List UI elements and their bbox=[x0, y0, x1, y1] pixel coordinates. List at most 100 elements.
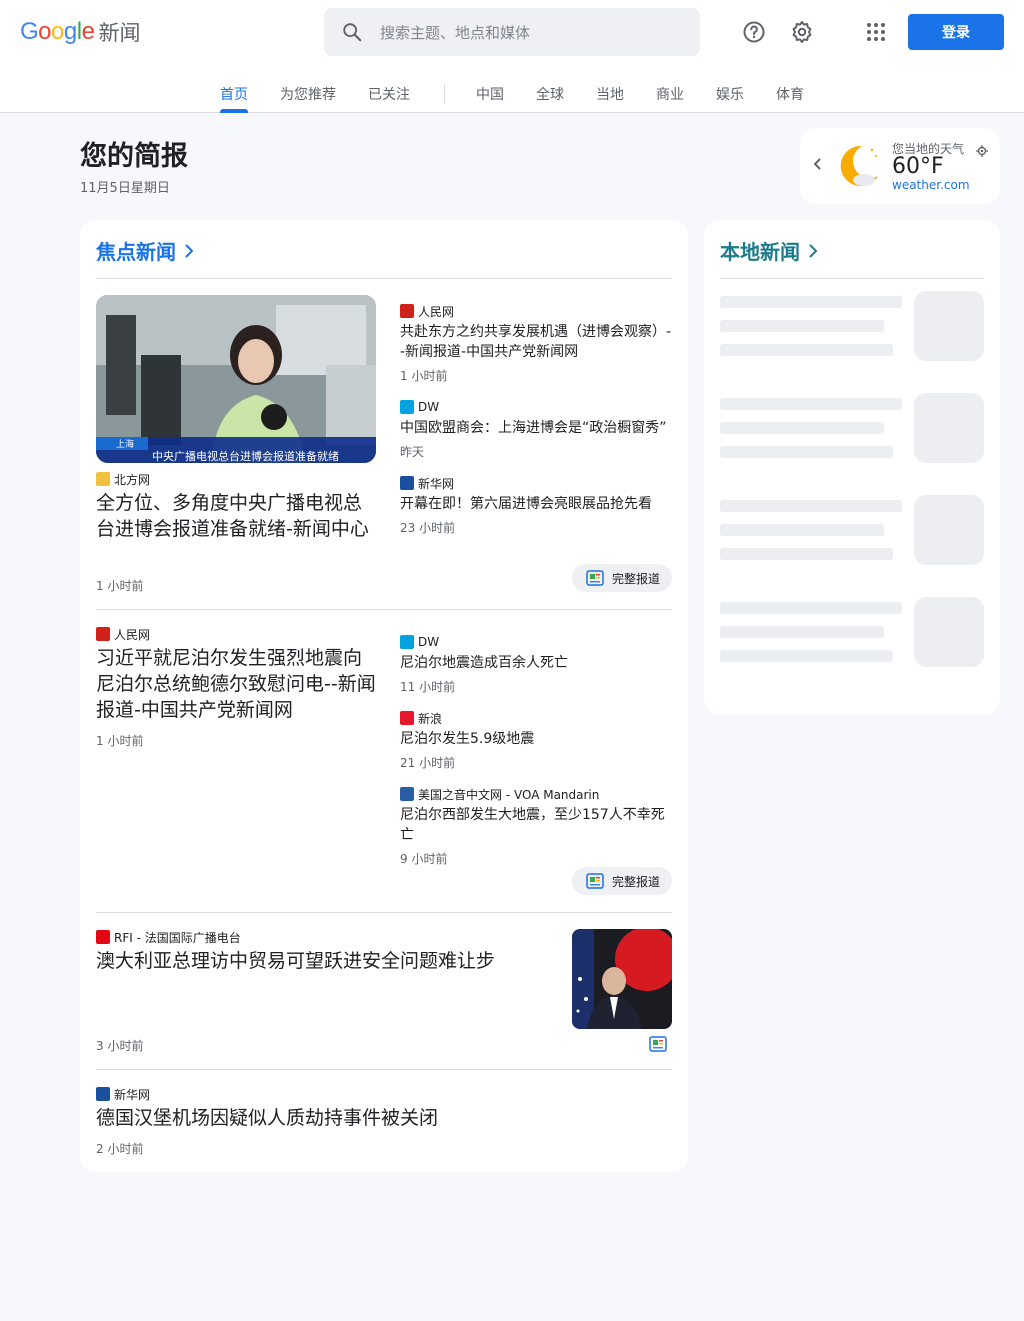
story-image[interactable]: 上海 中央广播电视总台进博会报道准备就绪 bbox=[96, 295, 376, 463]
story-source[interactable]: 新华网 bbox=[96, 1086, 150, 1102]
divider bbox=[96, 912, 672, 913]
top-stories-heading[interactable]: 焦点新闻 bbox=[96, 236, 194, 265]
tab-divider bbox=[444, 84, 445, 104]
tab-for-you[interactable]: 为您推荐 bbox=[280, 84, 336, 113]
tab-home[interactable]: 首页 bbox=[220, 84, 248, 113]
settings-gear-icon[interactable] bbox=[786, 16, 818, 48]
related-time: 11 小时前 bbox=[400, 680, 456, 694]
related-headline[interactable]: 尼泊尔地震造成百余人死亡 bbox=[400, 653, 672, 673]
related-headline[interactable]: 中国欧盟商会：上海进博会是“政治橱窗秀” bbox=[400, 418, 672, 438]
weather-source-link[interactable]: weather.com bbox=[892, 178, 970, 192]
related-headline[interactable]: 尼泊尔西部发生大地震，至少157人不幸死亡 bbox=[400, 805, 672, 845]
logo-wordmark: Google bbox=[20, 18, 95, 45]
source-name: 新浪 bbox=[418, 711, 443, 726]
tab-local[interactable]: 当地 bbox=[596, 84, 624, 113]
story-thumbnail[interactable] bbox=[572, 929, 672, 1029]
related-headline[interactable]: 共赴东方之约共享发展机遇（进博会观察）--新闻报道-中国共产党新闻网 bbox=[400, 322, 672, 362]
image-location-tag: 上海 bbox=[116, 440, 135, 450]
weather-temperature: 60°F bbox=[892, 154, 944, 179]
source-logo-icon bbox=[96, 930, 110, 944]
local-news-heading-label: 本地新闻 bbox=[720, 240, 800, 264]
full-coverage-label: 完整报道 bbox=[612, 874, 661, 889]
apps-grid-icon[interactable] bbox=[860, 16, 892, 48]
full-coverage-icon bbox=[586, 873, 604, 889]
full-coverage-button[interactable]: 完整报道 bbox=[572, 564, 672, 592]
briefing-date: 11月5日星期日 bbox=[80, 181, 170, 196]
divider bbox=[96, 609, 672, 610]
location-pin-icon[interactable] bbox=[976, 142, 988, 161]
source-name: 新华网 bbox=[114, 1087, 151, 1102]
source-name: 北方网 bbox=[114, 472, 151, 487]
source-name: 美国之音中文网 - VOA Mandarin bbox=[418, 787, 600, 802]
search-box[interactable]: 搜索主题、地点和媒体 bbox=[324, 8, 700, 56]
tab-china[interactable]: 中国 bbox=[476, 84, 504, 113]
related-time: 21 小时前 bbox=[400, 756, 456, 770]
local-news-card: 本地新闻 bbox=[704, 220, 1000, 715]
local-news-heading[interactable]: 本地新闻 bbox=[720, 236, 818, 265]
top-stories-heading-label: 焦点新闻 bbox=[96, 240, 176, 264]
google-news-logo[interactable]: Google 新闻 bbox=[20, 16, 140, 48]
story-source[interactable]: 人民网 bbox=[96, 626, 150, 642]
related-source[interactable]: 美国之音中文网 - VOA Mandarin bbox=[400, 786, 599, 802]
story-time: 1 小时前 bbox=[96, 734, 144, 748]
story-headline[interactable]: 澳大利亚总理访中贸易可望跃进安全问题难让步 bbox=[96, 948, 546, 974]
full-coverage-icon[interactable] bbox=[649, 1036, 667, 1056]
login-button[interactable]: 登录 bbox=[908, 14, 1004, 50]
chevron-right-icon bbox=[809, 243, 818, 258]
source-name: 人民网 bbox=[114, 627, 151, 642]
chevron-right-icon bbox=[185, 243, 194, 258]
tab-business[interactable]: 商业 bbox=[656, 84, 684, 113]
full-coverage-button[interactable]: 完整报道 bbox=[572, 867, 672, 895]
weather-widget[interactable]: 您当地的天气 60°F weather.com bbox=[800, 128, 1000, 204]
full-coverage-label: 完整报道 bbox=[612, 571, 661, 586]
section-tabs: 首页 为您推荐 已关注 中国 全球 当地 商业 娱乐 体育 bbox=[0, 72, 1024, 113]
divider bbox=[96, 278, 672, 279]
related-source[interactable]: DW bbox=[400, 399, 439, 415]
source-logo-icon bbox=[400, 400, 414, 414]
divider bbox=[720, 278, 984, 279]
source-name: 新华网 bbox=[418, 476, 455, 491]
related-time: 昨天 bbox=[400, 445, 425, 459]
story-source[interactable]: RFI - 法国国际广播电台 bbox=[96, 929, 241, 945]
source-name: 人民网 bbox=[418, 304, 455, 319]
briefing-title: 您的简报 bbox=[80, 141, 188, 172]
story-headline[interactable]: 习近平就尼泊尔发生强烈地震向尼泊尔总统鲍德尔致慰问电--新闻报道-中国共产党新闻… bbox=[96, 645, 380, 723]
help-icon[interactable] bbox=[738, 16, 770, 48]
story-headline[interactable]: 德国汉堡机场因疑似人质劫持事件被关闭 bbox=[96, 1105, 636, 1131]
source-logo-icon bbox=[400, 635, 414, 649]
source-logo-icon bbox=[400, 476, 414, 490]
tab-following[interactable]: 已关注 bbox=[368, 84, 410, 113]
related-source[interactable]: DW bbox=[400, 634, 439, 650]
search-icon[interactable] bbox=[324, 21, 380, 43]
chevron-left-icon[interactable] bbox=[812, 156, 824, 176]
related-time: 9 小时前 bbox=[400, 852, 448, 866]
source-logo-icon bbox=[400, 304, 414, 318]
source-name: DW bbox=[418, 400, 440, 414]
tab-entertainment[interactable]: 娱乐 bbox=[716, 84, 744, 113]
full-coverage-icon bbox=[586, 570, 604, 586]
top-stories-card: 焦点新闻 上海 中央广播电视总台进博会报道准备就绪 北方网 全方位、多角度中央广… bbox=[80, 220, 688, 1172]
source-logo-icon bbox=[96, 1087, 110, 1101]
source-logo-icon bbox=[96, 627, 110, 641]
tab-sports[interactable]: 体育 bbox=[776, 84, 804, 113]
story-time: 3 小时前 bbox=[96, 1039, 144, 1053]
related-source[interactable]: 新华网 bbox=[400, 475, 454, 491]
divider bbox=[96, 1069, 672, 1070]
search-input[interactable]: 搜索主题、地点和媒体 bbox=[380, 22, 530, 43]
source-logo-icon bbox=[400, 711, 414, 725]
related-headline[interactable]: 开幕在即！第六届进博会亮眼展品抢先看 bbox=[400, 494, 672, 514]
top-app-bar: Google 新闻 搜索主题、地点和媒体 登录 首页 为您推荐 已关注 中国 全… bbox=[0, 0, 1024, 113]
related-time: 1 小时前 bbox=[400, 369, 448, 383]
tab-world[interactable]: 全球 bbox=[536, 84, 564, 113]
story-source[interactable]: 北方网 bbox=[96, 471, 150, 487]
source-name: DW bbox=[418, 635, 440, 649]
source-logo-icon bbox=[96, 472, 110, 486]
source-logo-icon bbox=[400, 787, 414, 801]
related-source[interactable]: 人民网 bbox=[400, 303, 454, 319]
related-source[interactable]: 新浪 bbox=[400, 710, 442, 726]
related-headline[interactable]: 尼泊尔发生5.9级地震 bbox=[400, 729, 672, 749]
story-time: 1 小时前 bbox=[96, 579, 144, 593]
moon-night-icon bbox=[836, 142, 884, 190]
source-name: RFI - 法国国际广播电台 bbox=[114, 930, 241, 945]
story-headline[interactable]: 全方位、多角度中央广播电视总台进博会报道准备就绪-新闻中心 bbox=[96, 490, 380, 542]
